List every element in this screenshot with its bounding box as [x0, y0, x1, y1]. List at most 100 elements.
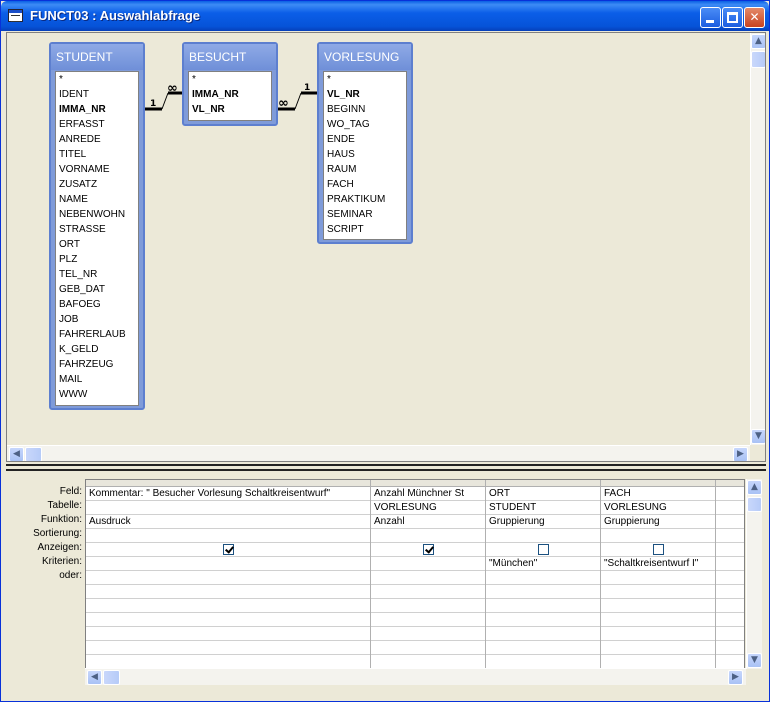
scroll-thumb[interactable]: [747, 497, 762, 512]
grid-cell-oder[interactable]: [601, 571, 715, 585]
table-field[interactable]: SCRIPT: [324, 222, 406, 237]
scroll-thumb[interactable]: [25, 447, 42, 461]
design-vertical-scrollbar[interactable]: ▲ ▼: [750, 33, 765, 445]
grid-empty-cell[interactable]: [716, 599, 744, 613]
scroll-left-icon[interactable]: ◀: [9, 447, 24, 461]
table-field[interactable]: PLZ: [56, 252, 138, 267]
table-field[interactable]: *: [56, 72, 138, 87]
scroll-down-icon[interactable]: ▼: [747, 653, 762, 668]
grid-horizontal-scrollbar[interactable]: ◀ ▶: [85, 668, 746, 685]
grid-empty-cell[interactable]: [371, 599, 485, 613]
show-checkbox[interactable]: [537, 544, 549, 555]
table-besucht-title[interactable]: BESUCHT: [184, 44, 276, 70]
grid-cell-sortierung[interactable]: [486, 529, 600, 543]
grid-empty-cell[interactable]: [486, 627, 600, 641]
grid-empty-cell[interactable]: [486, 613, 600, 627]
table-field[interactable]: MAIL: [56, 372, 138, 387]
table-field[interactable]: PRAKTIKUM: [324, 192, 406, 207]
table-field[interactable]: NEBENWOHN: [56, 207, 138, 222]
minimize-button[interactable]: [700, 7, 721, 28]
table-field[interactable]: STRASSE: [56, 222, 138, 237]
grid-cell-funktion[interactable]: Gruppierung: [601, 515, 715, 529]
table-field[interactable]: TEL_NR: [56, 267, 138, 282]
grid-empty-cell[interactable]: [86, 613, 370, 627]
grid-empty-cell[interactable]: [486, 585, 600, 599]
grid-cell-tabelle[interactable]: STUDENT: [486, 501, 600, 515]
close-button[interactable]: ✕: [744, 7, 765, 28]
scroll-right-icon[interactable]: ▶: [733, 447, 748, 461]
table-field[interactable]: IMMA_NR: [189, 87, 271, 102]
title-bar[interactable]: FUNCT03 : Auswahlabfrage ✕: [1, 1, 769, 31]
grid-cell-sortierung[interactable]: [371, 529, 485, 543]
table-field[interactable]: JOB: [56, 312, 138, 327]
grid-empty-cell[interactable]: [716, 627, 744, 641]
table-vorlesung-title[interactable]: VORLESUNG: [319, 44, 411, 70]
show-checkbox-cell[interactable]: [86, 543, 370, 557]
table-field[interactable]: ENDE: [324, 132, 406, 147]
table-field[interactable]: ORT: [56, 237, 138, 252]
table-field[interactable]: *: [189, 72, 271, 87]
grid-cell-oder[interactable]: [716, 571, 744, 585]
table-field[interactable]: WO_TAG: [324, 117, 406, 132]
column-selector[interactable]: [86, 480, 370, 487]
grid-cell-feld[interactable]: Kommentar: " Besucher Vorlesung Schaltkr…: [86, 487, 370, 501]
scroll-thumb[interactable]: [751, 51, 765, 68]
table-field[interactable]: VL_NR: [324, 87, 406, 102]
grid-cell-sortierung[interactable]: [86, 529, 370, 543]
grid-cell-funktion[interactable]: Anzahl: [371, 515, 485, 529]
table-field[interactable]: TITEL: [56, 147, 138, 162]
table-student[interactable]: STUDENT * IDENT IMMA_NR ERFASST ANREDE TITEL V…: [49, 42, 145, 410]
table-field[interactable]: *: [324, 72, 406, 87]
table-field[interactable]: SEMINAR: [324, 207, 406, 222]
grid-cell-oder[interactable]: [486, 571, 600, 585]
grid-cell-oder[interactable]: [86, 571, 370, 585]
maximize-button[interactable]: [722, 7, 743, 28]
grid-cell-feld[interactable]: Anzahl Münchner St: [371, 487, 485, 501]
grid-empty-cell[interactable]: [486, 599, 600, 613]
show-checkbox-cell[interactable]: [486, 543, 600, 557]
grid-cell-sortierung[interactable]: [716, 529, 744, 543]
column-selector[interactable]: [486, 480, 600, 487]
table-field[interactable]: IDENT: [56, 87, 138, 102]
grid-vertical-scrollbar[interactable]: ▲ ▼: [746, 479, 762, 669]
grid-cell-tabelle[interactable]: [716, 501, 744, 515]
table-field[interactable]: ERFASST: [56, 117, 138, 132]
table-field[interactable]: FAHRZEUG: [56, 357, 138, 372]
scroll-down-icon[interactable]: ▼: [751, 429, 765, 444]
grid-empty-cell[interactable]: [601, 599, 715, 613]
table-field[interactable]: FACH: [324, 177, 406, 192]
grid-cell-funktion[interactable]: Gruppierung: [486, 515, 600, 529]
table-field[interactable]: VORNAME: [56, 162, 138, 177]
grid-cell-kriterien[interactable]: [86, 557, 370, 571]
table-field[interactable]: RAUM: [324, 162, 406, 177]
table-field[interactable]: NAME: [56, 192, 138, 207]
grid-cell-kriterien[interactable]: "München": [486, 557, 600, 571]
grid-cell-kriterien[interactable]: "Schaltkreisentwurf I": [601, 557, 715, 571]
scroll-right-icon[interactable]: ▶: [728, 670, 743, 685]
scroll-up-icon[interactable]: ▲: [751, 34, 765, 49]
scroll-up-icon[interactable]: ▲: [747, 480, 762, 495]
grid-empty-cell[interactable]: [371, 613, 485, 627]
pane-splitter[interactable]: [6, 464, 766, 471]
column-selector[interactable]: [601, 480, 715, 487]
show-checkbox-cell[interactable]: [601, 543, 715, 557]
table-student-title[interactable]: STUDENT: [51, 44, 143, 70]
grid-empty-cell[interactable]: [716, 585, 744, 599]
query-window-icon[interactable]: [8, 9, 23, 22]
grid-empty-cell[interactable]: [601, 613, 715, 627]
table-field[interactable]: WWW: [56, 387, 138, 402]
table-field[interactable]: K_GELD: [56, 342, 138, 357]
grid-cell-kriterien[interactable]: [371, 557, 485, 571]
grid-cell-feld[interactable]: [716, 487, 744, 501]
grid-empty-cell[interactable]: [371, 641, 485, 655]
table-field[interactable]: GEB_DAT: [56, 282, 138, 297]
table-field[interactable]: ANREDE: [56, 132, 138, 147]
show-checkbox[interactable]: [422, 544, 434, 555]
grid-cell-feld[interactable]: ORT: [486, 487, 600, 501]
grid-empty-cell[interactable]: [716, 613, 744, 627]
table-vorlesung[interactable]: VORLESUNG * VL_NR BEGINN WO_TAG ENDE HAUS RAUM…: [317, 42, 413, 244]
grid-cell-funktion[interactable]: Ausdruck: [86, 515, 370, 529]
table-field[interactable]: BAFOEG: [56, 297, 138, 312]
scroll-thumb[interactable]: [103, 670, 120, 685]
grid-empty-cell[interactable]: [486, 641, 600, 655]
